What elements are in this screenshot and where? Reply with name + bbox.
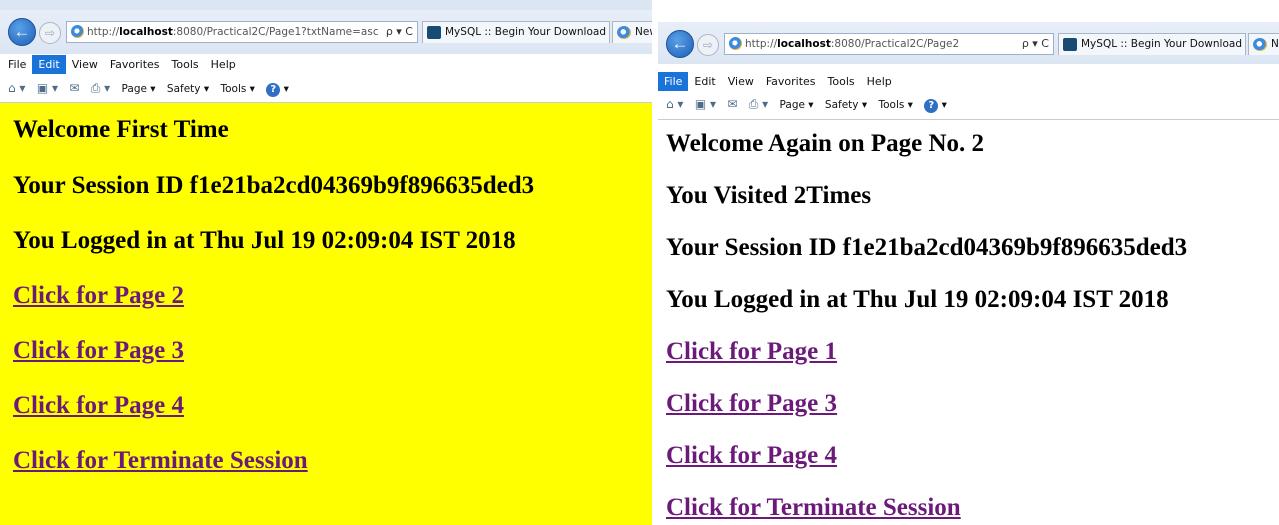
help-icon[interactable]: ? ▾ — [924, 95, 947, 115]
page-content: Welcome Again on Page No. 2 You Visited … — [658, 120, 1279, 525]
menu-file[interactable]: File — [658, 72, 689, 91]
feeds-icon[interactable]: ▣ ▾ — [37, 78, 58, 98]
link-terminate-session[interactable]: Click for Terminate Session — [666, 482, 1279, 525]
address-row: ← ⇨ http://localhost:8080/Practical2C/Pa… — [658, 22, 1279, 64]
print-icon[interactable]: ⎙ ▾ — [749, 94, 768, 114]
tab-label: MySQL :: Begin Your Download — [445, 26, 606, 38]
link-page-4[interactable]: Click for Page 4 — [13, 378, 652, 433]
command-bar: ⌂ ▾ ▣ ▾ ✉ ⎙ ▾ Page ▾ Safety ▾ Tools ▾ ? … — [0, 78, 652, 100]
address-bar[interactable]: http://localhost:8080/Practical2C/Page1?… — [66, 21, 418, 43]
login-time-heading: You Logged in at Thu Jul 19 02:09:04 IST… — [666, 286, 1169, 313]
url-host: localhost — [119, 26, 173, 38]
welcome-heading: Welcome Again on Page No. 2 — [666, 130, 985, 157]
url-prefix: http:// — [745, 38, 778, 50]
tab-new[interactable]: New tab — [1248, 33, 1279, 55]
right-browser-window: ← ⇨ http://localhost:8080/Practical2C/Pa… — [658, 0, 1279, 525]
session-id-heading: Your Session ID f1e21ba2cd04369b9f896635… — [666, 234, 1188, 261]
home-icon[interactable]: ⌂ ▾ — [8, 78, 25, 98]
url-rest: :8080/Practical2C/Page2 — [830, 38, 960, 50]
page-content: Welcome First Time Your Session ID f1e21… — [0, 103, 652, 525]
menu-tools[interactable]: Tools — [822, 72, 861, 91]
link-terminate-session[interactable]: Click for Terminate Session — [13, 433, 652, 488]
menu-edit[interactable]: Edit — [32, 55, 66, 74]
menu-edit[interactable]: Edit — [688, 72, 721, 91]
home-icon[interactable]: ⌂ ▾ — [666, 94, 683, 114]
menu-tools[interactable]: Tools — [166, 55, 205, 74]
left-browser-window: ← ⇨ http://localhost:8080/Practical2C/Pa… — [0, 0, 652, 525]
print-icon[interactable]: ⎙ ▾ — [91, 78, 110, 98]
safety-menu[interactable]: Safety ▾ — [825, 95, 867, 115]
tab-label: New — [635, 26, 652, 38]
link-page-1[interactable]: Click for Page 1 — [666, 326, 1279, 378]
welcome-heading: Welcome First Time — [13, 116, 229, 143]
link-page-2[interactable]: Click for Page 2 — [13, 268, 652, 323]
menu-bar: File Edit View Favorites Tools Help — [658, 72, 1279, 92]
top-whitespace — [658, 0, 1279, 20]
browser-chrome: ← ⇨ http://localhost:8080/Practical2C/Pa… — [0, 0, 652, 103]
back-arrow-icon[interactable]: ← — [666, 30, 694, 58]
help-icon[interactable]: ? ▾ — [266, 79, 289, 99]
url-rest: :8080/Practical2C/Page1?txtName=asc — [172, 26, 379, 38]
link-page-3[interactable]: Click for Page 3 — [13, 323, 652, 378]
menu-favorites[interactable]: Favorites — [760, 72, 822, 91]
page-menu[interactable]: Page ▾ — [780, 95, 814, 115]
tab-mysql[interactable]: MySQL :: Begin Your Download — [422, 21, 610, 43]
login-time-heading: You Logged in at Thu Jul 19 02:09:04 IST… — [13, 227, 516, 254]
page-menu[interactable]: Page ▾ — [122, 79, 156, 99]
tools-menu[interactable]: Tools ▾ — [878, 95, 912, 115]
link-page-4[interactable]: Click for Page 4 — [666, 430, 1279, 482]
search-refresh-controls[interactable]: ρ ▾ C — [1022, 34, 1049, 54]
menu-bar: File Edit View Favorites Tools Help — [0, 55, 652, 75]
address-bar[interactable]: http://localhost:8080/Practical2C/Page2 … — [724, 33, 1054, 55]
tab-mysql[interactable]: MySQL :: Begin Your Download — [1058, 33, 1246, 55]
window-top-bar — [0, 0, 652, 10]
tools-menu[interactable]: Tools ▾ — [220, 79, 254, 99]
url-host: localhost — [777, 38, 831, 50]
tab-new[interactable]: New — [612, 21, 652, 43]
link-page-3[interactable]: Click for Page 3 — [666, 378, 1279, 430]
ie-page-icon — [71, 25, 84, 38]
menu-view[interactable]: View — [722, 72, 760, 91]
ie-page-icon — [1253, 38, 1267, 51]
tab-label: MySQL :: Begin Your Download — [1081, 38, 1242, 50]
menu-view[interactable]: View — [66, 55, 104, 74]
mysql-icon — [1063, 38, 1077, 51]
address-row: ← ⇨ http://localhost:8080/Practical2C/Pa… — [0, 10, 652, 54]
mail-icon[interactable]: ✉ — [69, 78, 79, 98]
safety-menu[interactable]: Safety ▾ — [167, 79, 209, 99]
feeds-icon[interactable]: ▣ ▾ — [695, 94, 716, 114]
command-bar: ⌂ ▾ ▣ ▾ ✉ ⎙ ▾ Page ▾ Safety ▾ Tools ▾ ? … — [658, 94, 1279, 116]
session-id-heading: Your Session ID f1e21ba2cd04369b9f896635… — [13, 172, 535, 199]
menu-help[interactable]: Help — [205, 55, 242, 74]
back-arrow-icon[interactable]: ← — [8, 18, 36, 46]
visit-count-heading: You Visited 2Times — [666, 182, 872, 209]
ie-page-icon — [729, 37, 742, 50]
forward-arrow-icon[interactable]: ⇨ — [697, 34, 719, 56]
menu-favorites[interactable]: Favorites — [104, 55, 166, 74]
menu-help[interactable]: Help — [861, 72, 898, 91]
search-refresh-controls[interactable]: ρ ▾ C — [386, 22, 413, 42]
ie-page-icon — [617, 26, 631, 39]
menu-file[interactable]: File — [2, 55, 32, 74]
forward-arrow-icon[interactable]: ⇨ — [39, 22, 61, 44]
tab-label: New tab — [1271, 38, 1279, 50]
url-prefix: http:// — [87, 26, 120, 38]
mysql-icon — [427, 26, 441, 39]
mail-icon[interactable]: ✉ — [727, 94, 737, 114]
browser-chrome: ← ⇨ http://localhost:8080/Practical2C/Pa… — [658, 20, 1279, 120]
